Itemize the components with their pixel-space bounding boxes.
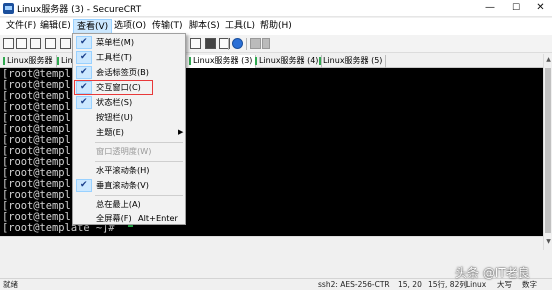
disconnect-icon[interactable] <box>60 38 71 49</box>
menu-item-label: 垂直滚动条(V) <box>96 180 149 190</box>
vertical-scrollbar[interactable]: ▲ ▼ <box>543 54 552 250</box>
keymap-icon[interactable] <box>250 38 261 49</box>
menu-file[interactable]: 文件(F) <box>3 19 39 34</box>
settings-icon[interactable] <box>205 38 216 49</box>
quick-connect-icon[interactable] <box>16 38 27 49</box>
toolbar-separator <box>228 38 229 50</box>
menu-help[interactable]: 帮助(H) <box>257 19 295 34</box>
checkmark-icon: ✔ <box>80 37 88 47</box>
tab-status-icon <box>319 56 321 65</box>
menu-item-menubar[interactable]: ✔ 菜单栏(M) <box>74 35 185 50</box>
menu-item-vertical-scrollbar[interactable]: ✔ 垂直滚动条(V) <box>74 178 185 193</box>
checkmark-icon: ✔ <box>80 82 88 92</box>
maximize-button[interactable]: ☐ <box>503 0 529 17</box>
status-caps: 大写 <box>497 280 512 289</box>
reconnect-icon[interactable] <box>45 38 56 49</box>
menu-item-always-on-top[interactable]: 总在最上(A) <box>74 197 185 212</box>
watermark: 头条 @IT老良 <box>455 266 530 280</box>
menu-edit[interactable]: 编辑(E) <box>37 19 74 34</box>
menu-item-label: 菜单栏(M) <box>96 37 135 47</box>
menu-item-label: 水平滚动条(H) <box>96 165 150 175</box>
title-bar: Linux服务器 (3) - SecureCRT — ☐ ✕ <box>0 0 552 17</box>
tab-label: Linux服务器 (3) <box>193 56 253 65</box>
scroll-up-icon[interactable]: ▲ <box>545 56 552 64</box>
securecrt-app-icon <box>3 3 14 14</box>
menu-item-label: 主题(E) <box>96 127 124 137</box>
menu-item-window-transparency: 窗口透明度(W) <box>74 144 185 159</box>
submenu-arrow-icon: ▶ <box>178 128 184 136</box>
menu-item-theme[interactable]: 主题(E) ▶ <box>74 125 185 140</box>
menu-script[interactable]: 脚本(S) <box>186 19 223 34</box>
status-terminal-type: Linux <box>466 280 487 289</box>
menu-item-session-tabs[interactable]: ✔ 会话标签页(B) <box>74 65 185 80</box>
menu-separator <box>95 161 183 162</box>
menu-options[interactable]: 选项(O) <box>111 19 149 34</box>
dropdown-arrow-icon[interactable] <box>262 38 270 49</box>
status-cipher: ssh2: AES-256-CTR <box>318 280 390 289</box>
tab-session-3[interactable]: Linux服务器 (3) <box>186 55 257 68</box>
checkmark-icon: ✔ <box>80 67 88 77</box>
status-rows-cols: 15行, 82列 <box>428 280 467 289</box>
menu-separator <box>95 142 183 143</box>
menu-item-horizontal-scrollbar[interactable]: 水平滚动条(H) <box>74 163 185 178</box>
toolbar-separator <box>246 38 247 50</box>
minimize-button[interactable]: — <box>477 0 503 17</box>
menu-transfer[interactable]: 传输(T) <box>149 19 186 34</box>
tab-label: Linux服务器 (4) <box>259 56 319 65</box>
scrollbar-thumb[interactable] <box>545 68 551 233</box>
menu-item-label: 总在最上(A) <box>96 199 141 209</box>
menu-item-label: 工具栏(T) <box>96 52 132 62</box>
checkmark-icon: ✔ <box>80 180 88 190</box>
tab-status-icon <box>57 56 59 65</box>
menu-separator <box>95 195 183 196</box>
status-num: 数字 <box>522 280 537 289</box>
tab-label: Linux服务器 <box>7 56 53 65</box>
close-button[interactable]: ✕ <box>529 0 552 17</box>
checkmark-icon: ✔ <box>80 52 88 62</box>
menu-item-button-bar[interactable]: 按钮栏(U) <box>74 110 185 125</box>
status-cursor-position: 15, 20 <box>398 280 422 289</box>
tab-status-icon <box>255 56 257 65</box>
interactive-window-area[interactable] <box>0 236 543 250</box>
menu-item-interactive-window[interactable]: ✔ 交互窗口(C) <box>74 80 185 95</box>
menu-item-label: 按钮栏(U) <box>96 112 133 122</box>
tab-session-1[interactable]: Linux服务器 <box>0 55 57 68</box>
menu-item-shortcut: Alt+Enter <box>138 213 178 223</box>
scroll-down-icon[interactable]: ▼ <box>545 238 552 246</box>
tab-label: Lin <box>61 56 73 65</box>
tab-status-icon <box>189 56 191 65</box>
status-ready: 就绪 <box>3 280 18 289</box>
menu-item-label: 状态栏(S) <box>96 97 133 107</box>
help-icon[interactable] <box>232 38 243 49</box>
tab-label: Linux服务器 (5) <box>323 56 383 65</box>
menu-tools[interactable]: 工具(L) <box>222 19 258 34</box>
tab-session-5[interactable]: Linux服务器 (5) <box>316 55 387 68</box>
tab-session-4[interactable]: Linux服务器 (4) <box>252 55 323 68</box>
menu-item-toolbar[interactable]: ✔ 工具栏(T) <box>74 50 185 65</box>
sftp-icon[interactable] <box>190 38 201 49</box>
menu-item-label: 交互窗口(C) <box>96 82 141 92</box>
window-title: Linux服务器 (3) - SecureCRT <box>17 5 142 15</box>
view-menu-dropdown: ✔ 菜单栏(M) ✔ 工具栏(T) ✔ 会话标签页(B) ✔ 交互窗口(C) ✔… <box>72 33 186 225</box>
connect-tab-icon[interactable] <box>30 38 41 49</box>
menu-item-label: 全屏幕(F) <box>96 213 132 223</box>
menu-item-full-screen[interactable]: 全屏幕(F) Alt+Enter <box>74 211 185 226</box>
tab-status-icon <box>3 56 5 65</box>
menu-item-label: 会话标签页(B) <box>96 67 149 77</box>
checkmark-icon: ✔ <box>80 97 88 107</box>
menu-item-label: 窗口透明度(W) <box>96 146 152 156</box>
menu-item-statusbar[interactable]: ✔ 状态栏(S) <box>74 95 185 110</box>
connect-icon[interactable] <box>3 38 14 49</box>
menu-view[interactable]: 查看(V) <box>73 19 113 34</box>
